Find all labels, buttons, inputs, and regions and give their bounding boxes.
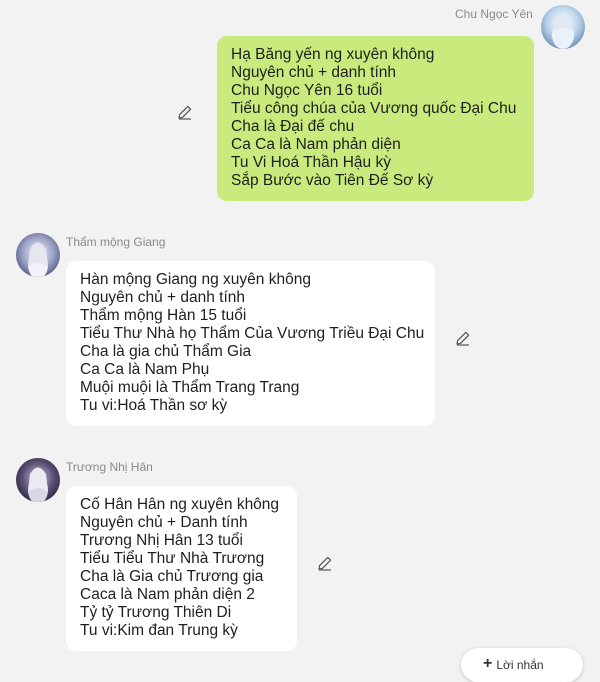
- message-line: Thẩm mộng Hàn 15 tuổi: [80, 307, 247, 324]
- avatar-tham-mong-giang[interactable]: [16, 233, 60, 277]
- message-line: Tiểu công chúa của Vương quốc Đại Chu: [231, 100, 517, 117]
- edit-message-icon[interactable]: [177, 104, 193, 120]
- message-line: Nguyên chủ + danh tính: [80, 289, 246, 306]
- message-line: Cha là Đại đế chu: [231, 118, 355, 135]
- message-line: Tiểu Tiểu Thư Nhà Trương: [80, 550, 265, 567]
- message-line: Tiểu Thư Nhà họ Thẩm Của Vương Triều Đại…: [80, 325, 425, 342]
- sender-name: Trương Nhị Hân: [66, 460, 153, 474]
- message-line: Trương Nhị Hân 13 tuổi: [80, 532, 243, 549]
- message-line: Hạ Băng yến ng xuyên không: [231, 46, 435, 63]
- message-bubble-self: Hạ Băng yến ng xuyên không Nguyên chủ + …: [217, 36, 534, 201]
- message-line: Nguyên chủ + Danh tính: [80, 514, 248, 531]
- message-line: Chu Ngọc Yên 16 tuổi: [231, 82, 383, 99]
- add-reply-button[interactable]: + Lời nhắn: [461, 648, 583, 682]
- edit-message-icon[interactable]: [317, 555, 333, 571]
- message-line: Tu vi:Kim đan Trung kỳ: [80, 622, 238, 639]
- message-line: Ca Ca là Nam phản diện: [231, 136, 401, 153]
- message-line: Caca là Nam phản diện 2: [80, 586, 255, 603]
- message-line: Cố Hân Hân ng xuyên không: [80, 496, 280, 513]
- edit-message-icon[interactable]: [455, 330, 471, 346]
- message-line: Cha là gia chủ Thẩm Gia: [80, 343, 252, 360]
- message-line: Muội muội là Thẩm Trang Trang: [80, 379, 300, 396]
- message-line: Tu vi:Hoá Thần sơ kỳ: [80, 397, 228, 414]
- message-line: Sắp Bước vào Tiên Đế Sơ kỳ: [231, 172, 434, 189]
- message-line: Nguyên chủ + danh tính: [231, 64, 397, 81]
- message-line: Ca Ca là Nam Phụ: [80, 361, 210, 378]
- message-bubble-other: Hàn mộng Giang ng xuyên không Nguyên chủ…: [66, 261, 435, 426]
- avatar-chu-ngoc-yen[interactable]: [541, 5, 585, 49]
- reply-button-label: Lời nhắn: [496, 658, 544, 672]
- message-line: Hàn mộng Giang ng xuyên không: [80, 271, 311, 288]
- plus-icon: +: [483, 655, 493, 672]
- sender-name: Chu Ngọc Yên: [455, 7, 533, 21]
- message-line: Tỷ tỷ Trương Thiên Di: [80, 604, 232, 621]
- avatar-truong-nhi-han[interactable]: [16, 458, 60, 502]
- message-line: Cha là Gia chủ Trương gia: [80, 568, 264, 585]
- message-line: Tu Vi Hoá Thần Hậu kỳ: [231, 154, 391, 171]
- message-bubble-other: Cố Hân Hân ng xuyên không Nguyên chủ + D…: [66, 486, 297, 651]
- sender-name: Thẩm mộng Giang: [66, 235, 166, 249]
